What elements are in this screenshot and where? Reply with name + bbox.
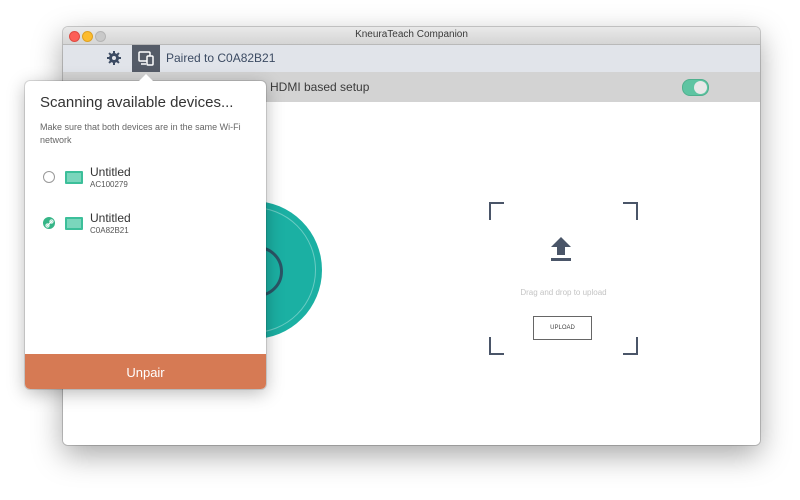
popover-title: Scanning available devices... — [40, 94, 234, 111]
toolbar: Paired to C0A82B21 — [63, 45, 760, 72]
device-id: AC100279 — [90, 180, 128, 189]
drop-zone-corner — [623, 337, 638, 355]
hdmi-setup-toggle[interactable] — [682, 79, 709, 96]
upload-arrow-icon — [550, 236, 572, 267]
upload-button[interactable]: UPLOAD — [533, 316, 592, 340]
display-icon — [65, 171, 83, 184]
gear-icon[interactable] — [106, 50, 122, 66]
device-item[interactable]: Untitled AC100279 — [43, 165, 253, 193]
title-bar: KneuraTeach Companion — [63, 27, 760, 45]
device-radio-checked[interactable] — [43, 217, 55, 229]
drop-zone-corner — [489, 202, 504, 220]
device-id: C0A82B21 — [90, 226, 129, 235]
hdmi-setup-label: HDMI based setup — [270, 80, 370, 94]
device-radio[interactable] — [43, 171, 55, 183]
display-icon — [65, 217, 83, 230]
device-pair-button[interactable] — [132, 45, 160, 72]
device-pair-icon — [138, 51, 154, 66]
drop-hint: Drag and drop to upload — [520, 288, 607, 297]
device-name: Untitled — [90, 165, 131, 179]
unpair-button[interactable]: Unpair — [25, 354, 266, 389]
paired-status: Paired to C0A82B21 — [166, 51, 276, 65]
toggle-knob — [694, 81, 707, 94]
device-popover: Scanning available devices... Make sure … — [25, 74, 266, 389]
popover-subtitle: Make sure that both devices are in the s… — [40, 122, 241, 145]
drop-zone-corner — [623, 202, 638, 220]
device-name: Untitled — [90, 211, 131, 225]
drop-zone-corner — [489, 337, 504, 355]
popover-arrow — [139, 74, 153, 81]
link-icon — [45, 219, 54, 228]
device-item[interactable]: Untitled C0A82B21 — [43, 211, 253, 239]
window-title: KneuraTeach Companion — [355, 29, 468, 40]
